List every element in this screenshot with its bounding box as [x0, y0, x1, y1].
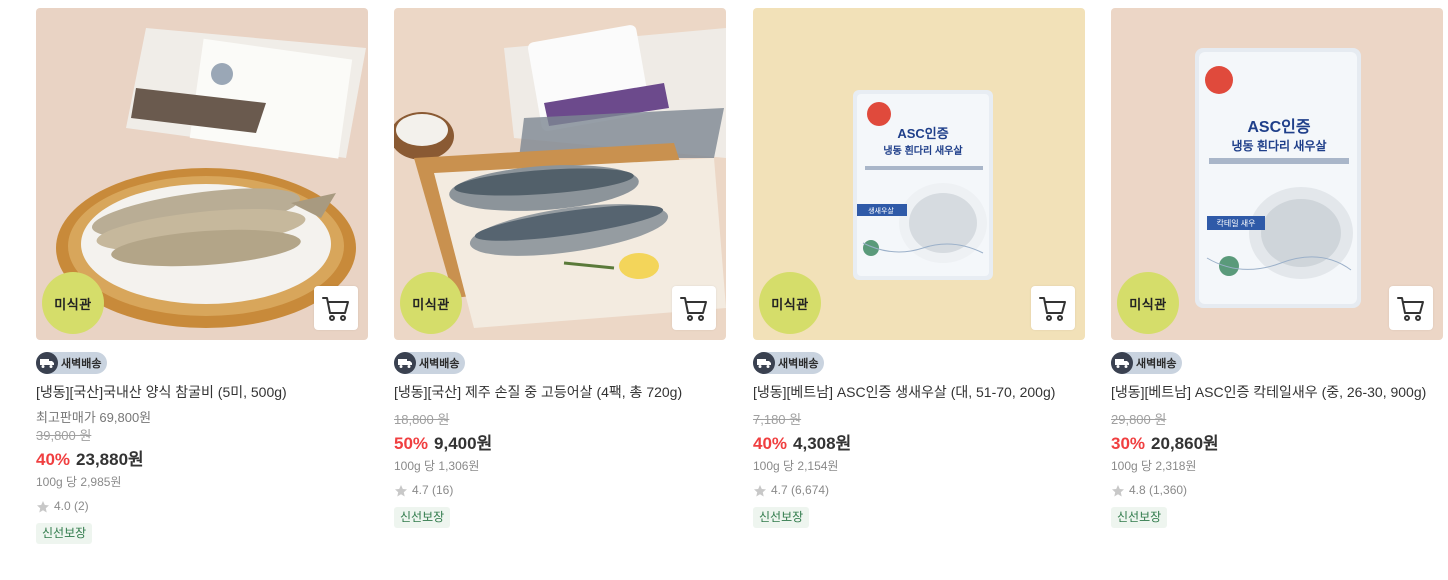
delivery-badge: 새벽배송	[36, 352, 108, 374]
star-icon	[37, 500, 49, 512]
star-icon	[395, 484, 407, 496]
pack-title: ASC인증	[897, 126, 948, 141]
pack-title: ASC인증	[1247, 118, 1311, 136]
sale-price: 4,308원	[793, 434, 852, 453]
add-to-cart-button[interactable]	[1389, 286, 1433, 330]
cart-icon	[1397, 297, 1424, 321]
cart-icon	[680, 297, 707, 321]
rating: 4.8 (1,360)	[1111, 482, 1443, 499]
product-name[interactable]: [냉동][베트남] ASC인증 생새우살 (대, 51-70, 200g)	[753, 382, 1085, 403]
brand-badge: 미식관	[42, 272, 104, 334]
product-card[interactable]: 미식관 새벽배송 [냉동][국산] 제주 손질 중 고등어살 (4팩, 총 72…	[394, 8, 726, 528]
product-card[interactable]: ASC인증 냉동 흰다리 새우살 칵테일 새우 미식관 새벽배송 [냉동][베트…	[1111, 8, 1443, 528]
delivery-label: 새벽배송	[61, 358, 102, 370]
brand-badge: 미식관	[400, 272, 462, 334]
discount-rate: 40%	[753, 434, 788, 453]
price-row: 40% 23,880원	[36, 449, 368, 471]
sale-price: 9,400원	[434, 434, 493, 453]
cart-icon	[1039, 297, 1066, 321]
freshness-tag: 신선보장	[36, 523, 93, 544]
rating: 4.7 (6,674)	[753, 482, 1085, 499]
truck-icon	[36, 352, 58, 374]
add-to-cart-button[interactable]	[672, 286, 716, 330]
truck-icon	[753, 352, 775, 374]
add-to-cart-button[interactable]	[314, 286, 358, 330]
delivery-label: 새벽배송	[778, 358, 819, 370]
truck-icon	[1111, 352, 1133, 374]
price-row: 50% 9,400원	[394, 433, 726, 455]
delivery-badge: 새벽배송	[1111, 352, 1183, 374]
freshness-tag: 신선보장	[753, 507, 810, 528]
sale-price: 20,860원	[1151, 434, 1219, 453]
unit-price: 100g 당 2,318원	[1111, 459, 1197, 473]
pack-label: 생새우살	[868, 206, 894, 215]
pack-subtitle: 냉동 흰다리 새우살	[883, 144, 963, 157]
rating-value: 4.0 (2)	[54, 499, 89, 513]
freshness-tag: 신선보장	[394, 507, 451, 528]
rating: 4.0 (2)	[36, 498, 368, 515]
product-image[interactable]: 미식관	[36, 8, 368, 340]
star-icon	[1112, 484, 1124, 496]
add-to-cart-button[interactable]	[1031, 286, 1075, 330]
delivery-badge: 새벽배송	[753, 352, 825, 374]
unit-price: 100g 당 1,306원	[394, 459, 480, 473]
product-card[interactable]: 미식관 새벽배송 [냉동][국산]국내산 양식 참굴비 (5미, 500g) 최…	[36, 8, 368, 544]
product-image[interactable]: ASC인증 냉동 흰다리 새우살 생새우살 미식관	[753, 8, 1085, 340]
best-price: 최고판매가 69,800원	[36, 410, 152, 425]
delivery-label: 새벽배송	[419, 358, 460, 370]
delivery-badge: 새벽배송	[394, 352, 466, 374]
product-card[interactable]: ASC인증 냉동 흰다리 새우살 생새우살 미식관 새벽배송 [냉동][베트남]…	[753, 8, 1085, 528]
original-price: 7,180 원	[753, 412, 802, 427]
discount-rate: 40%	[36, 450, 71, 469]
rating-value: 4.7 (16)	[412, 483, 454, 497]
product-name[interactable]: [냉동][국산] 제주 손질 중 고등어살 (4팩, 총 720g)	[394, 382, 726, 403]
unit-price: 100g 당 2,985원	[36, 475, 122, 489]
discount-rate: 30%	[1111, 434, 1146, 453]
product-image[interactable]: ASC인증 냉동 흰다리 새우살 칵테일 새우 미식관	[1111, 8, 1443, 340]
price-row: 40% 4,308원	[753, 433, 1085, 455]
rating-value: 4.7 (6,674)	[771, 483, 830, 497]
product-name[interactable]: [냉동][국산]국내산 양식 참굴비 (5미, 500g)	[36, 382, 368, 403]
cart-icon	[322, 297, 349, 321]
original-price: 39,800 원	[36, 428, 92, 443]
pack-label: 칵테일 새우	[1216, 218, 1255, 228]
original-price: 18,800 원	[394, 412, 450, 427]
rating: 4.7 (16)	[394, 482, 726, 499]
product-grid: 미식관 새벽배송 [냉동][국산]국내산 양식 참굴비 (5미, 500g) 최…	[0, 0, 1448, 580]
delivery-label: 새벽배송	[1136, 358, 1177, 370]
product-image[interactable]: 미식관	[394, 8, 726, 340]
brand-badge: 미식관	[1117, 272, 1179, 334]
product-name[interactable]: [냉동][베트남] ASC인증 칵테일새우 (중, 26-30, 900g)	[1111, 382, 1443, 403]
truck-icon	[394, 352, 416, 374]
sale-price: 23,880원	[76, 450, 144, 469]
price-row: 30% 20,860원	[1111, 433, 1443, 455]
pack-subtitle: 냉동 흰다리 새우살	[1232, 138, 1327, 153]
original-price: 29,800 원	[1111, 412, 1167, 427]
rating-value: 4.8 (1,360)	[1129, 483, 1188, 497]
discount-rate: 50%	[394, 434, 429, 453]
freshness-tag: 신선보장	[1111, 507, 1168, 528]
brand-badge: 미식관	[759, 272, 821, 334]
unit-price: 100g 당 2,154원	[753, 459, 839, 473]
star-icon	[754, 484, 766, 496]
